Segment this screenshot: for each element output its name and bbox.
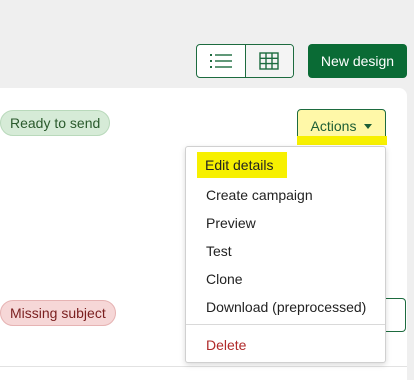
menu-item-create-campaign[interactable]: Create campaign <box>206 187 313 203</box>
row-divider <box>0 366 407 367</box>
status-badge-missing: Missing subject <box>0 300 116 326</box>
menu-item-test[interactable]: Test <box>206 243 232 259</box>
menu-item-edit-details-label[interactable]: Edit details <box>205 157 273 173</box>
menu-divider <box>186 324 385 325</box>
row-actions-button-partial[interactable] <box>386 298 406 332</box>
chevron-down-icon <box>364 123 373 129</box>
menu-item-delete[interactable]: Delete <box>206 337 246 353</box>
list-icon <box>209 54 232 68</box>
actions-menu: Create campaign Preview Test Clone Downl… <box>185 146 386 363</box>
menu-item-clone[interactable]: Clone <box>206 271 243 287</box>
menu-item-preview[interactable]: Preview <box>206 215 256 231</box>
list-view-button[interactable] <box>197 45 245 77</box>
actions-highlight-mark <box>297 136 387 145</box>
actions-button-label: Actions <box>310 118 357 134</box>
grid-icon <box>259 52 279 70</box>
new-design-button[interactable]: New design <box>308 44 407 78</box>
status-badge-ready: Ready to send <box>0 110 111 136</box>
view-toggle <box>196 44 294 78</box>
menu-item-download-preprocessed[interactable]: Download (preprocessed) <box>206 299 366 315</box>
grid-view-button[interactable] <box>244 45 293 77</box>
page: New design Ready to send Missing subject… <box>0 0 414 380</box>
